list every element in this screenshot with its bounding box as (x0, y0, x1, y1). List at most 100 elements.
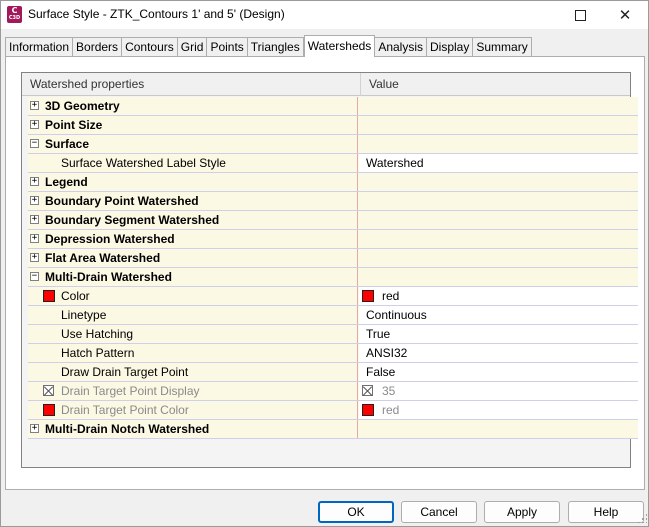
property-row[interactable]: Hatch Pattern ANSI32 (28, 344, 638, 363)
collapse-icon[interactable]: − (30, 272, 39, 281)
property-group-row[interactable]: + Boundary Point Watershed (28, 192, 638, 211)
title-bar[interactable]: C C3D Surface Style - ZTK_Contours 1' an… (1, 1, 648, 29)
tab-analysis[interactable]: Analysis (375, 37, 427, 57)
property-value-cell[interactable]: True (359, 325, 638, 343)
property-group-row[interactable]: + Depression Watershed (28, 230, 638, 249)
property-name-cell[interactable]: Drain Target Point Color (28, 401, 358, 419)
tab-contours[interactable]: Contours (122, 37, 178, 57)
property-name-cell[interactable]: − Surface (28, 135, 358, 153)
expand-icon[interactable]: + (30, 234, 39, 243)
expand-icon[interactable]: + (30, 424, 39, 433)
property-row[interactable]: Drain Target Point Color red (28, 401, 638, 420)
property-group-row[interactable]: − Surface (28, 135, 638, 154)
tab-points[interactable]: Points (207, 37, 248, 57)
color-swatch-icon (362, 404, 374, 416)
ok-button[interactable]: OK (318, 501, 394, 523)
help-button[interactable]: Help (568, 501, 644, 523)
tab-display[interactable]: Display (427, 37, 474, 57)
property-label: Drain Target Point Display (61, 384, 200, 398)
property-row[interactable]: Use Hatching True (28, 325, 638, 344)
property-name-cell[interactable]: Color (28, 287, 358, 305)
property-value-cell (359, 116, 638, 134)
property-value-cell[interactable]: False (359, 363, 638, 381)
close-icon: ✕ (618, 6, 632, 24)
property-name-cell[interactable]: + Legend (28, 173, 358, 191)
property-value-cell[interactable]: red (359, 287, 638, 305)
cancel-button[interactable]: Cancel (401, 501, 477, 523)
window-title: Surface Style - ZTK_Contours 1' and 5' (… (28, 7, 285, 21)
property-name-cell[interactable]: Use Hatching (28, 325, 358, 343)
header-value-column[interactable]: Value (361, 73, 630, 96)
expand-icon[interactable]: + (30, 196, 39, 205)
tab-grid[interactable]: Grid (177, 37, 208, 57)
property-name-cell[interactable]: + Depression Watershed (28, 230, 358, 248)
property-name-cell[interactable]: + Multi-Drain Notch Watershed (28, 420, 358, 438)
maximize-button[interactable] (557, 1, 603, 29)
property-name-cell[interactable]: − Multi-Drain Watershed (28, 268, 358, 286)
property-name-cell[interactable]: + Boundary Point Watershed (28, 192, 358, 210)
expand-icon[interactable]: + (30, 120, 39, 129)
property-name-cell[interactable]: + Point Size (28, 116, 358, 134)
watersheds-tab-panel: Watershed properties Value +3D Geometry +… (5, 56, 645, 490)
property-name-cell[interactable]: Linetype (28, 306, 358, 324)
lock-icon (43, 385, 54, 396)
property-row[interactable]: Surface Watershed Label Style Watershed (28, 154, 638, 173)
property-value-cell (359, 211, 638, 229)
property-label: Surface Watershed Label Style (61, 156, 226, 170)
property-group-row[interactable]: + Legend (28, 173, 638, 192)
property-value-cell[interactable]: Watershed (359, 154, 638, 172)
expand-icon[interactable]: + (30, 253, 39, 262)
property-value: ANSI32 (366, 346, 408, 360)
property-group-row[interactable]: + Point Size (28, 116, 638, 135)
property-name-cell[interactable]: Hatch Pattern (28, 344, 358, 362)
property-name-cell[interactable]: + Boundary Segment Watershed (28, 211, 358, 229)
close-button[interactable]: ✕ (602, 1, 648, 29)
property-row[interactable]: Linetype Continuous (28, 306, 638, 325)
property-label: Flat Area Watershed (45, 251, 161, 265)
property-value-cell (359, 420, 638, 438)
property-name-cell[interactable]: +3D Geometry (28, 97, 358, 115)
property-row[interactable]: Draw Drain Target Point False (28, 363, 638, 382)
tab-borders[interactable]: Borders (73, 37, 123, 57)
property-label: Hatch Pattern (61, 346, 135, 360)
color-swatch-icon (362, 290, 374, 302)
property-value-cell[interactable]: ANSI32 (359, 344, 638, 362)
property-value-cell[interactable]: Continuous (359, 306, 638, 324)
property-value-cell: 35 (359, 382, 638, 400)
property-group-row[interactable]: + Flat Area Watershed (28, 249, 638, 268)
property-group-row[interactable]: − Multi-Drain Watershed (28, 268, 638, 287)
header-property-column[interactable]: Watershed properties (22, 73, 361, 96)
tab-triangles[interactable]: Triangles (247, 37, 304, 57)
expand-icon[interactable]: + (30, 215, 39, 224)
collapse-icon[interactable]: − (30, 139, 39, 148)
property-group-row[interactable]: + Multi-Drain Notch Watershed (28, 420, 638, 439)
property-group-row[interactable]: + Boundary Segment Watershed (28, 211, 638, 230)
property-name-cell[interactable]: + Flat Area Watershed (28, 249, 358, 267)
property-label: Boundary Segment Watershed (45, 213, 220, 227)
watershed-properties-grid: Watershed properties Value +3D Geometry +… (21, 72, 638, 468)
property-value: Continuous (366, 308, 427, 322)
property-label: Drain Target Point Color (61, 403, 189, 417)
property-label: Draw Drain Target Point (61, 365, 189, 379)
property-name-cell[interactable]: Draw Drain Target Point (28, 363, 358, 381)
property-row[interactable]: Drain Target Point Display 35 (28, 382, 638, 401)
property-label: Surface (45, 137, 90, 151)
property-value: False (366, 365, 396, 379)
property-name-cell[interactable]: Surface Watershed Label Style (28, 154, 358, 172)
property-value: 35 (382, 384, 396, 398)
property-label: Color (61, 289, 90, 303)
grid-header: Watershed properties Value (22, 73, 630, 96)
tab-watersheds[interactable]: Watersheds (303, 35, 376, 57)
property-group-row[interactable]: +3D Geometry (28, 97, 638, 116)
apply-button[interactable]: Apply (484, 501, 560, 523)
expand-icon[interactable]: + (30, 101, 39, 110)
property-value-cell: red (359, 401, 638, 419)
tab-information[interactable]: Information (5, 37, 74, 57)
property-row[interactable]: Color red (28, 287, 638, 306)
lock-icon (362, 385, 373, 396)
property-value-cell (359, 249, 638, 267)
property-label: Point Size (45, 118, 103, 132)
tab-summary[interactable]: Summary (473, 37, 532, 57)
property-name-cell[interactable]: Drain Target Point Display (28, 382, 358, 400)
expand-icon[interactable]: + (30, 177, 39, 186)
